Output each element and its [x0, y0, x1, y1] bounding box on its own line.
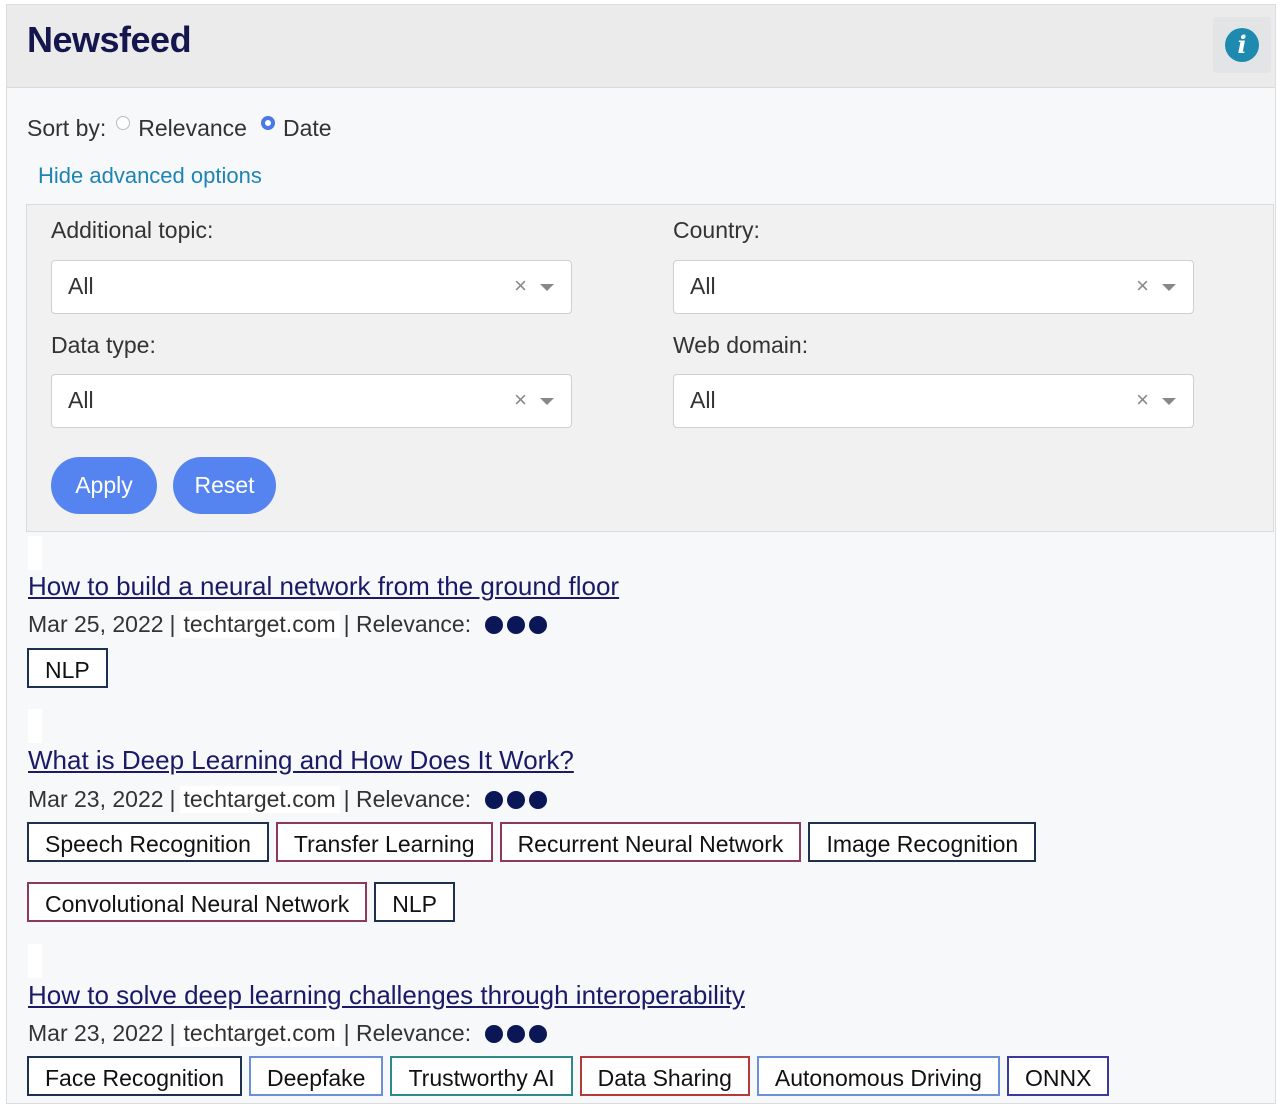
relevance-label: | Relevance: [343, 786, 472, 812]
page-title: Newsfeed [27, 19, 192, 60]
data-type-value: All [68, 387, 94, 413]
relevance-dots [485, 615, 551, 634]
article-meta: Mar 23, 2022 | techtarget.com | Relevanc… [28, 1020, 551, 1047]
clear-icon[interactable]: × [514, 387, 527, 413]
article-domain: techtarget.com [179, 611, 340, 638]
clear-icon[interactable]: × [1136, 273, 1149, 299]
tag[interactable]: Autonomous Driving [756, 1056, 1000, 1096]
article-meta: Mar 23, 2022 | techtarget.com | Relevanc… [28, 786, 551, 813]
relevance-dot [485, 615, 504, 634]
article-date: Mar 25, 2022 [28, 611, 164, 637]
article-divider [28, 709, 42, 743]
tag[interactable]: Transfer Learning [275, 822, 493, 862]
relevance-dot [507, 1024, 526, 1043]
article-divider [28, 536, 42, 570]
info-icon: i [1225, 28, 1259, 62]
web-domain-select[interactable]: All × [673, 374, 1194, 428]
article-domain: techtarget.com [179, 786, 340, 813]
chevron-down-icon[interactable] [540, 398, 554, 405]
article-domain: techtarget.com [179, 1020, 340, 1047]
country-select[interactable]: All × [673, 260, 1194, 314]
relevance-dot [529, 790, 548, 809]
article-tags: Convolutional Neural Network NLP [27, 882, 462, 922]
chevron-down-icon[interactable] [540, 284, 554, 291]
tag[interactable]: NLP [374, 882, 456, 922]
tag[interactable]: Trustworthy AI [390, 1056, 573, 1096]
article-title-link[interactable]: How to solve deep learning challenges th… [28, 980, 745, 1011]
article-date: Mar 23, 2022 [28, 1020, 164, 1046]
relevance-dots [485, 1024, 551, 1043]
additional-topic-value: All [68, 273, 94, 299]
info-button[interactable]: i [1213, 17, 1271, 73]
data-type-select[interactable]: All × [51, 374, 572, 428]
advanced-options-box: Additional topic: All × Country: All × D… [26, 204, 1274, 532]
relevance-dot [529, 615, 548, 634]
tag[interactable]: Deepfake [249, 1056, 384, 1096]
tag[interactable]: NLP [27, 648, 108, 688]
web-domain-label: Web domain: [673, 332, 809, 358]
sort-options: Sort by: Relevance Date [27, 115, 332, 142]
tag[interactable]: Speech Recognition [27, 822, 269, 862]
panel-header: Newsfeed i [7, 5, 1275, 88]
clear-icon[interactable]: × [514, 273, 527, 299]
additional-topic-label: Additional topic: [51, 217, 214, 243]
sort-date-label[interactable]: Date [283, 115, 332, 142]
apply-button[interactable]: Apply [51, 457, 157, 514]
article-tags: Face Recognition Deepfake Trustworthy AI… [27, 1056, 1116, 1096]
sort-relevance-radio[interactable] [116, 115, 131, 130]
relevance-label: | Relevance: [343, 1020, 472, 1046]
data-type-label: Data type: [51, 332, 156, 358]
article-title-link[interactable]: How to build a neural network from the g… [28, 571, 619, 602]
tag[interactable]: ONNX [1006, 1056, 1110, 1096]
additional-topic-select[interactable]: All × [51, 260, 572, 314]
tag[interactable]: Convolutional Neural Network [27, 882, 368, 922]
sort-label: Sort by: [27, 115, 107, 141]
tag[interactable]: Image Recognition [808, 822, 1037, 862]
article-title-link[interactable]: What is Deep Learning and How Does It Wo… [28, 745, 574, 776]
web-domain-value: All [690, 387, 716, 413]
relevance-dot [485, 790, 504, 809]
article-meta: Mar 25, 2022 | techtarget.com | Relevanc… [28, 611, 551, 638]
chevron-down-icon[interactable] [1162, 284, 1176, 291]
sort-date-radio[interactable] [260, 115, 275, 130]
hide-advanced-options-link[interactable]: Hide advanced options [38, 163, 262, 189]
relevance-dots [485, 790, 551, 809]
article-date: Mar 23, 2022 [28, 786, 164, 812]
article-tags: Speech Recognition Transfer Learning Rec… [27, 822, 1043, 862]
article-tags: NLP [27, 648, 115, 688]
reset-button[interactable]: Reset [173, 457, 276, 514]
relevance-dot [507, 790, 526, 809]
clear-icon[interactable]: × [1136, 387, 1149, 413]
chevron-down-icon[interactable] [1162, 398, 1176, 405]
country-label: Country: [673, 217, 760, 243]
relevance-label: | Relevance: [343, 611, 472, 637]
relevance-dot [529, 1024, 548, 1043]
newsfeed-panel: Newsfeed i Sort by: Relevance Date Hide … [6, 4, 1276, 1104]
tag[interactable]: Data Sharing [579, 1056, 750, 1096]
relevance-dot [507, 615, 526, 634]
tag[interactable]: Recurrent Neural Network [499, 822, 802, 862]
tag[interactable]: Face Recognition [27, 1056, 242, 1096]
article-divider [28, 944, 42, 978]
relevance-dot [485, 1024, 504, 1043]
sort-relevance-label[interactable]: Relevance [138, 115, 247, 142]
country-value: All [690, 273, 716, 299]
